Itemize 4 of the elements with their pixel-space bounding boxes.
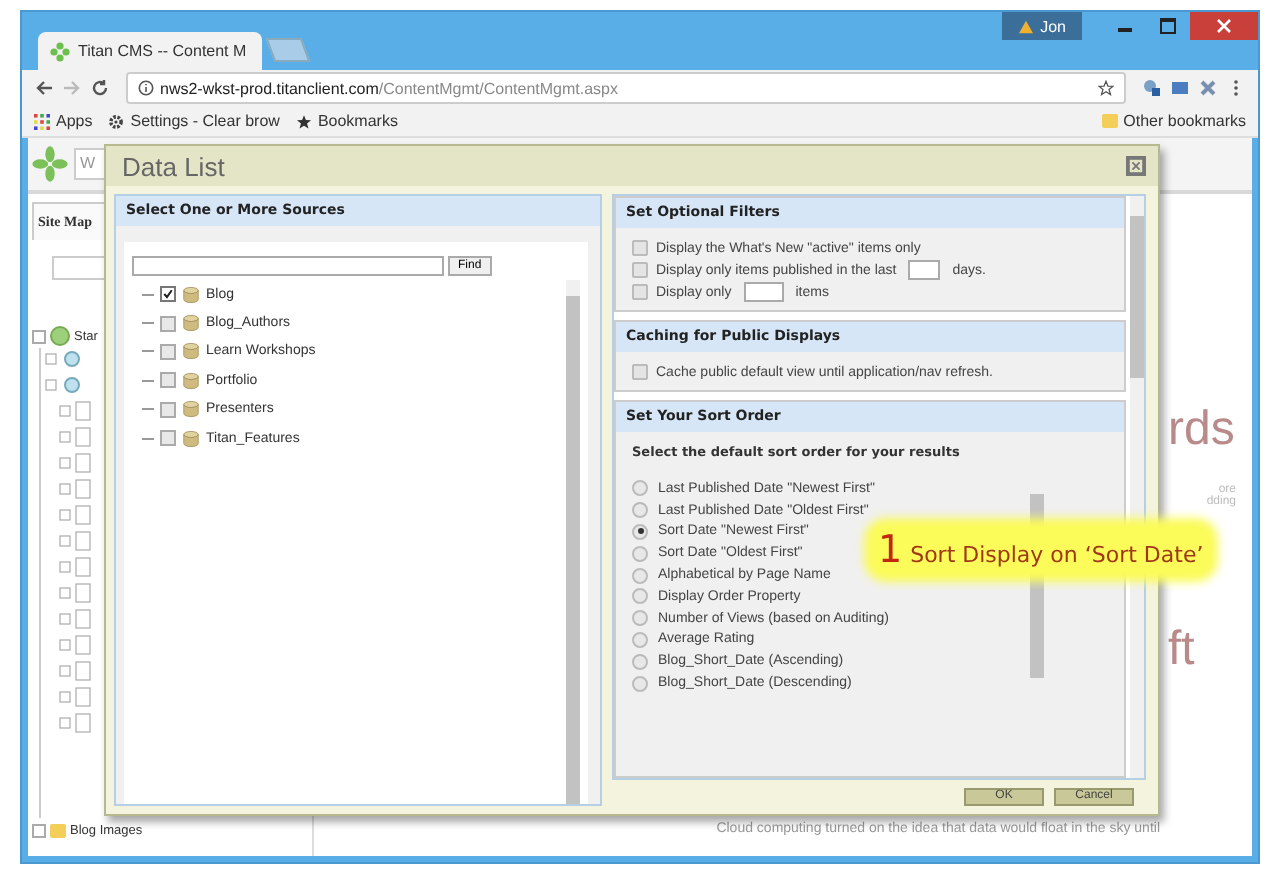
heading-fragment: rds bbox=[1168, 404, 1237, 456]
callout-tooltip: 1 Sort Display on ‘Sort Date’ bbox=[874, 528, 1208, 572]
dialog-title: Data List bbox=[122, 151, 227, 181]
heading-fragment: ft bbox=[1168, 624, 1197, 676]
